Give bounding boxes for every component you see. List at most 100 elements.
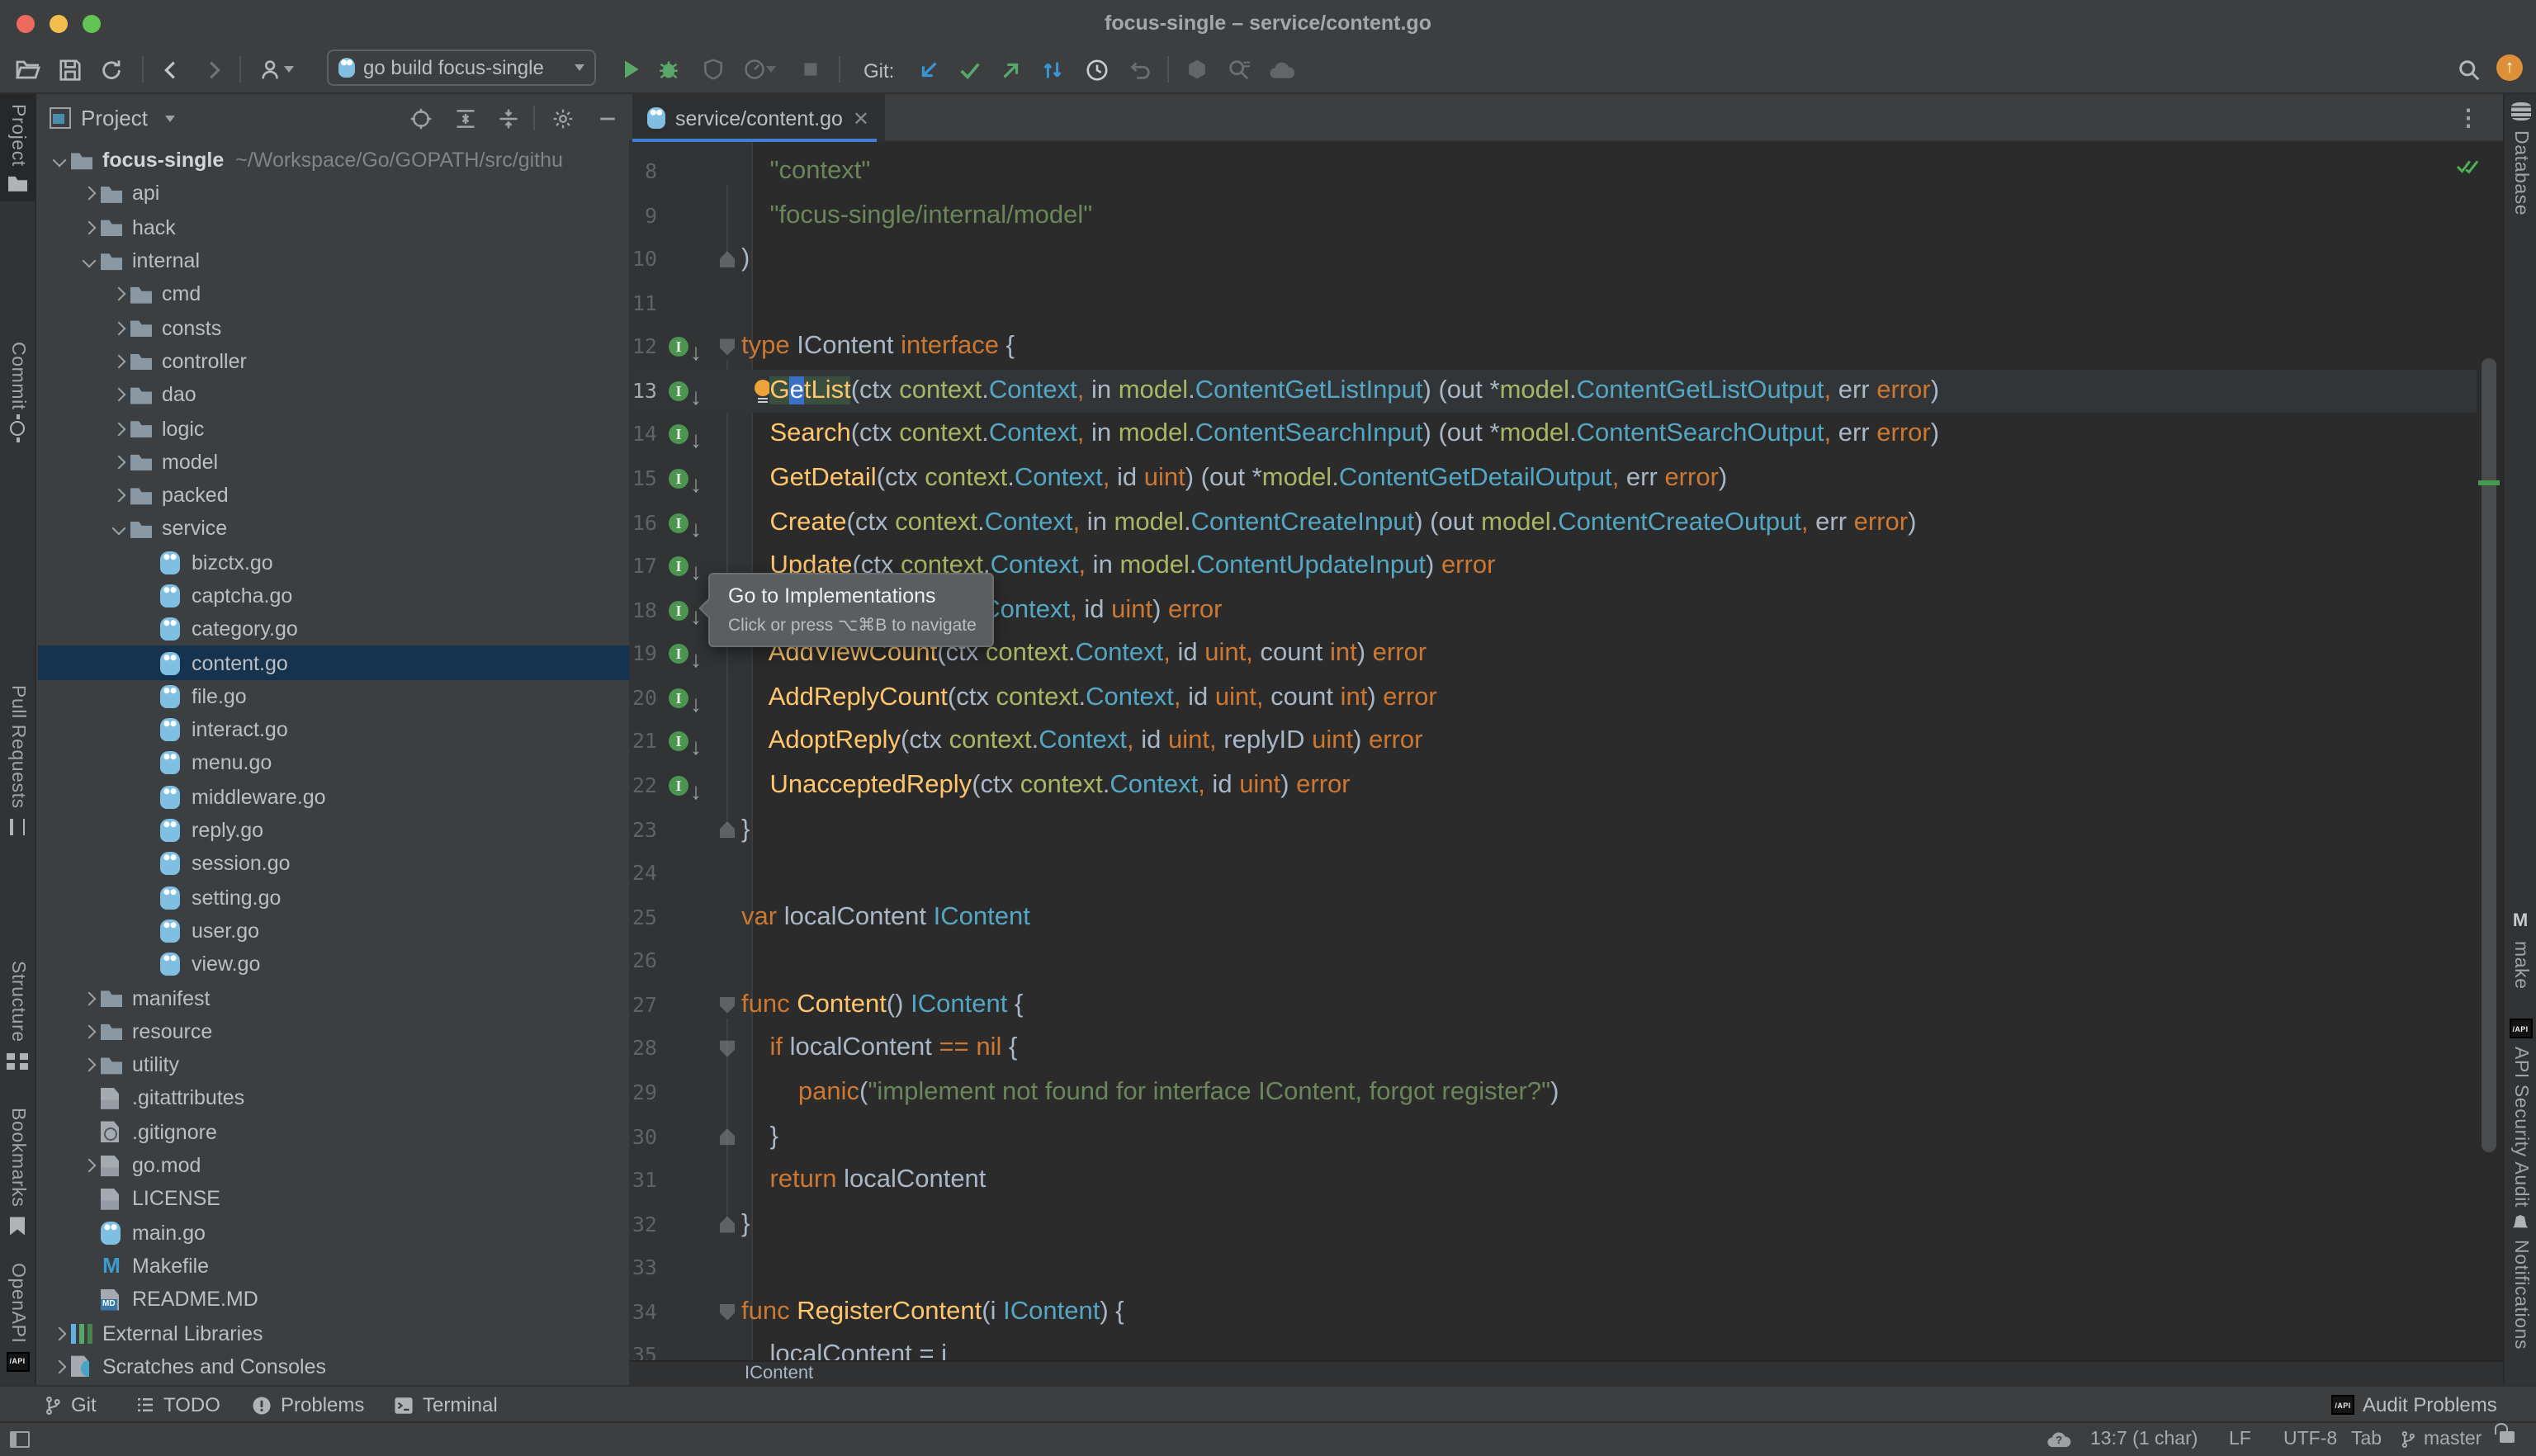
tree-item-scratches-and-consoles[interactable]: Scratches and Consoles xyxy=(38,1350,629,1383)
implemented-interface-gutter-icon[interactable] xyxy=(669,513,688,532)
tab-close-icon[interactable]: ✕ xyxy=(853,110,869,126)
chevron-right-icon[interactable] xyxy=(107,423,130,433)
select-opened-file-button[interactable] xyxy=(408,106,434,132)
implementation-arrow-icon[interactable] xyxy=(690,375,702,418)
tool-windows-toggle[interactable] xyxy=(10,1431,30,1448)
implemented-interface-gutter-icon[interactable] xyxy=(669,425,688,445)
fold-marker-icon[interactable] xyxy=(720,1041,735,1057)
inspections-ok-icon[interactable] xyxy=(2455,155,2480,185)
forward-button[interactable] xyxy=(198,54,228,84)
implemented-interface-gutter-icon[interactable] xyxy=(669,381,688,401)
tree-item-logic[interactable]: logic xyxy=(38,412,629,446)
sidebar-item-notifications[interactable]: Notifications xyxy=(2505,1213,2536,1350)
tree-item-file-go[interactable]: file.go xyxy=(38,680,629,714)
chevron-right-icon[interactable] xyxy=(107,490,130,500)
tab-service-content-go[interactable]: service/content.go ✕ xyxy=(632,94,884,142)
sidebar-item-openapi[interactable]: OpenAPI xyxy=(0,1263,35,1372)
git-update-button[interactable] xyxy=(913,54,943,84)
services-button[interactable] xyxy=(1182,54,1212,84)
chevron-down-icon[interactable] xyxy=(107,524,130,534)
tab-list-more-icon[interactable] xyxy=(2457,104,2480,132)
open-folder-button[interactable] xyxy=(13,54,43,84)
sidebar-item-commit[interactable]: Commit xyxy=(0,342,35,440)
git-commit-button[interactable] xyxy=(954,54,984,84)
toolwindow-problems[interactable]: Problems xyxy=(251,1392,364,1418)
sidebar-item-bookmarks[interactable]: Bookmarks xyxy=(0,1108,35,1236)
chevron-right-icon[interactable] xyxy=(78,1060,101,1070)
settings-gear-icon[interactable] xyxy=(550,106,576,132)
tree-item-api[interactable]: api xyxy=(38,177,629,211)
tree-item-controller[interactable]: controller xyxy=(38,345,629,379)
tree-item-menu-go[interactable]: menu.go xyxy=(38,747,629,781)
chevron-right-icon[interactable] xyxy=(107,390,130,399)
tree-item-user-go[interactable]: user.go xyxy=(38,915,629,948)
tree-item-resource[interactable]: resource xyxy=(38,1014,629,1048)
tree-item-main-go[interactable]: main.go xyxy=(38,1216,629,1250)
implementation-arrow-icon[interactable] xyxy=(690,593,702,637)
implemented-interface-gutter-icon[interactable] xyxy=(669,338,688,357)
fold-marker-icon[interactable] xyxy=(720,1216,735,1232)
debug-button[interactable] xyxy=(654,54,684,84)
tree-item-makefile[interactable]: Makefile xyxy=(38,1250,629,1283)
collapse-all-button[interactable] xyxy=(495,106,522,132)
tree-item-focus-single[interactable]: focus-single~/Workspace/Go/GOPATH/src/gi… xyxy=(38,144,629,177)
tree-item-dao[interactable]: dao xyxy=(38,378,629,412)
hide-panel-button[interactable] xyxy=(594,106,621,132)
chevron-right-icon[interactable] xyxy=(48,1328,71,1338)
find-usages-button[interactable] xyxy=(1223,54,1253,84)
tree-item--gitignore[interactable]: .gitignore xyxy=(38,1115,629,1149)
coverage-button[interactable] xyxy=(698,54,728,84)
sidebar-item-project[interactable]: Project xyxy=(0,94,35,201)
toolwindow-git[interactable]: Git xyxy=(43,1392,97,1418)
git-fetch-button[interactable] xyxy=(1037,54,1067,84)
implemented-interface-gutter-icon[interactable] xyxy=(669,645,688,664)
sync-button[interactable] xyxy=(96,54,125,84)
implemented-interface-gutter-icon[interactable] xyxy=(669,732,688,752)
implemented-interface-gutter-icon[interactable] xyxy=(669,688,688,708)
expand-all-button[interactable] xyxy=(452,106,479,132)
chevron-down-icon[interactable] xyxy=(48,155,71,165)
rollback-button[interactable] xyxy=(1124,54,1154,84)
chevron-right-icon[interactable] xyxy=(78,189,101,199)
tree-item-reply-go[interactable]: reply.go xyxy=(38,814,629,848)
tree-item-session-go[interactable]: session.go xyxy=(38,847,629,881)
chevron-down-icon[interactable] xyxy=(78,256,101,266)
chevron-right-icon[interactable] xyxy=(107,457,130,467)
sidebar-item-make[interactable]: make xyxy=(2505,911,2536,990)
tree-item-license[interactable]: LICENSE xyxy=(38,1182,629,1216)
implementation-arrow-icon[interactable] xyxy=(690,418,702,462)
tree-item-readme-md[interactable]: README.MD xyxy=(38,1283,629,1317)
editor-scrollbar[interactable] xyxy=(2482,358,2496,1152)
change-marker[interactable] xyxy=(2478,480,2500,485)
run-button[interactable] xyxy=(616,54,646,84)
tree-item-packed[interactable]: packed xyxy=(38,479,629,513)
ide-update-badge[interactable]: ↑ xyxy=(2496,54,2523,81)
tree-item-interact-go[interactable]: interact.go xyxy=(38,713,629,747)
user-profile-button[interactable] xyxy=(254,54,297,84)
tree-item-bizctx-go[interactable]: bizctx.go xyxy=(38,546,629,579)
history-button[interactable] xyxy=(1081,54,1111,84)
save-all-button[interactable] xyxy=(54,54,84,84)
implementation-arrow-icon[interactable] xyxy=(690,682,702,726)
implemented-interface-gutter-icon[interactable] xyxy=(669,776,688,796)
implementation-arrow-icon[interactable] xyxy=(690,550,702,593)
tree-item-manifest[interactable]: manifest xyxy=(38,981,629,1015)
toolwindow-terminal[interactable]: Terminal xyxy=(393,1392,498,1418)
search-everywhere-button[interactable] xyxy=(2453,54,2483,84)
implementation-arrow-icon[interactable] xyxy=(690,726,702,769)
tree-item-cmd[interactable]: cmd xyxy=(38,277,629,311)
tree-item-go-mod[interactable]: go.mod xyxy=(38,1149,629,1183)
tree-item-setting-go[interactable]: setting.go xyxy=(38,881,629,915)
sidebar-item-api-security-audit[interactable]: API Security Audit xyxy=(2505,1019,2536,1208)
sidebar-item-pull-requests[interactable]: Pull Requests xyxy=(0,685,35,839)
tree-item-view-go[interactable]: view.go xyxy=(38,948,629,981)
tree-item-middleware-go[interactable]: middleware.go xyxy=(38,780,629,814)
fold-marker-icon[interactable] xyxy=(720,997,735,1014)
chevron-right-icon[interactable] xyxy=(48,1362,71,1372)
tree-item-content-go[interactable]: content.go xyxy=(38,646,629,680)
implemented-interface-gutter-icon[interactable] xyxy=(669,556,688,576)
file-encoding[interactable]: UTF-8 xyxy=(2283,1429,2337,1449)
fold-marker-icon[interactable] xyxy=(720,1128,735,1145)
fold-marker-icon[interactable] xyxy=(720,1304,735,1321)
stop-button[interactable] xyxy=(796,54,826,84)
